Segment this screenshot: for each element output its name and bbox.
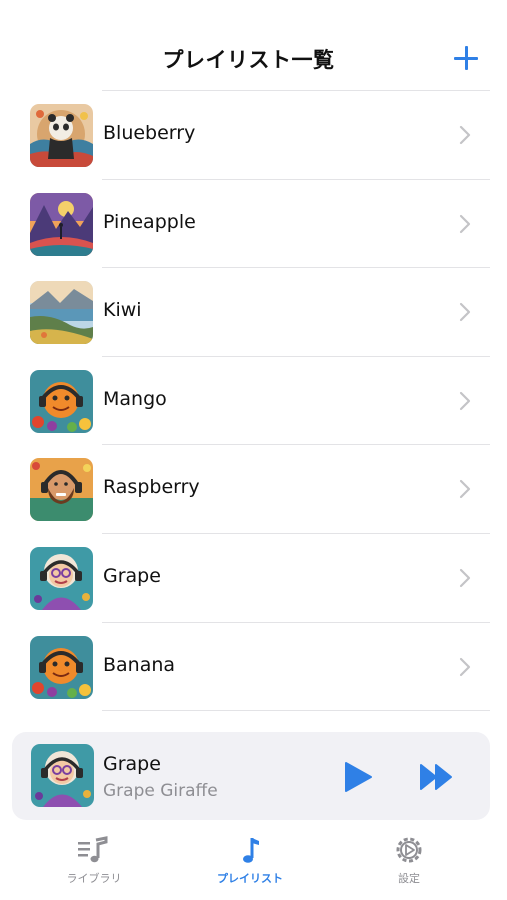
elderly-woman-headphones-art xyxy=(31,744,94,807)
playlist-artwork xyxy=(30,546,93,610)
library-icon xyxy=(78,836,108,863)
playlist-row-mango[interactable]: Mango xyxy=(0,357,507,446)
add-playlist-button[interactable] xyxy=(450,42,482,74)
tab-label: 設定 xyxy=(398,872,420,885)
music-note-icon xyxy=(243,838,259,863)
chevron-right-icon xyxy=(459,657,471,676)
tab-label: ライブラリ xyxy=(66,872,122,885)
fast-forward-icon xyxy=(420,764,452,790)
playlist-artwork xyxy=(30,458,93,522)
playlist-row-banana[interactable]: Banana xyxy=(0,623,507,712)
play-button[interactable] xyxy=(342,761,374,793)
mountain-art xyxy=(30,192,93,256)
playlist-artwork xyxy=(30,369,93,433)
chevron-right-icon xyxy=(459,391,471,410)
tab-bar: ライブラリ プレイリスト 設定 xyxy=(0,828,507,900)
tab-library[interactable]: ライブラリ xyxy=(34,828,154,888)
play-icon xyxy=(345,762,372,792)
fast-forward-button[interactable] xyxy=(419,762,453,792)
bearded-man-headphones-art xyxy=(30,458,93,522)
chevron-right-icon xyxy=(459,480,471,499)
tab-playlists[interactable]: プレイリスト xyxy=(190,828,310,888)
playlist-title: Kiwi xyxy=(103,299,142,322)
playlist-row-grape[interactable]: Grape xyxy=(0,534,507,623)
now-playing-artwork xyxy=(31,744,94,807)
tab-settings[interactable]: 設定 xyxy=(349,828,469,888)
playlist-title: Raspberry xyxy=(103,476,200,499)
playlist-row-blueberry[interactable]: Blueberry xyxy=(0,91,507,180)
playlist-artwork xyxy=(30,281,93,345)
page-title: プレイリスト一覧 xyxy=(162,48,335,72)
playlist-list: Blueberry Pineapple Kiwi Mango Raspberry… xyxy=(0,91,507,712)
elderly-woman-headphones-art xyxy=(30,546,93,610)
playlist-artwork xyxy=(30,104,93,167)
playlist-artwork xyxy=(30,192,93,256)
playlist-title: Banana xyxy=(103,653,176,676)
navigation-bar: プレイリスト一覧 xyxy=(0,0,507,92)
mini-player[interactable]: Grape Grape Giraffe xyxy=(12,732,490,820)
playlist-row-raspberry[interactable]: Raspberry xyxy=(0,445,507,534)
now-playing-title: Grape xyxy=(103,753,161,775)
panda-art xyxy=(30,104,93,167)
gear-icon xyxy=(396,837,422,863)
playlist-row-pineapple[interactable]: Pineapple xyxy=(0,180,507,269)
tab-label: プレイリスト xyxy=(217,872,283,885)
now-playing-subtitle: Grape Giraffe xyxy=(103,781,218,801)
row-separator xyxy=(102,710,490,712)
coast-art xyxy=(30,281,93,345)
playlist-title: Blueberry xyxy=(103,122,196,144)
chevron-right-icon xyxy=(459,568,471,588)
playlist-row-kiwi[interactable]: Kiwi xyxy=(0,268,507,357)
playlist-title: Grape xyxy=(103,564,161,587)
orange-dj-art xyxy=(30,635,93,699)
chevron-right-icon xyxy=(459,303,471,322)
chevron-right-icon xyxy=(459,125,471,145)
chevron-right-icon xyxy=(459,214,471,233)
playlist-title: Mango xyxy=(103,387,167,410)
playlist-title: Pineapple xyxy=(103,210,196,233)
orange-dj-art xyxy=(30,369,93,433)
playlist-artwork xyxy=(30,635,93,699)
